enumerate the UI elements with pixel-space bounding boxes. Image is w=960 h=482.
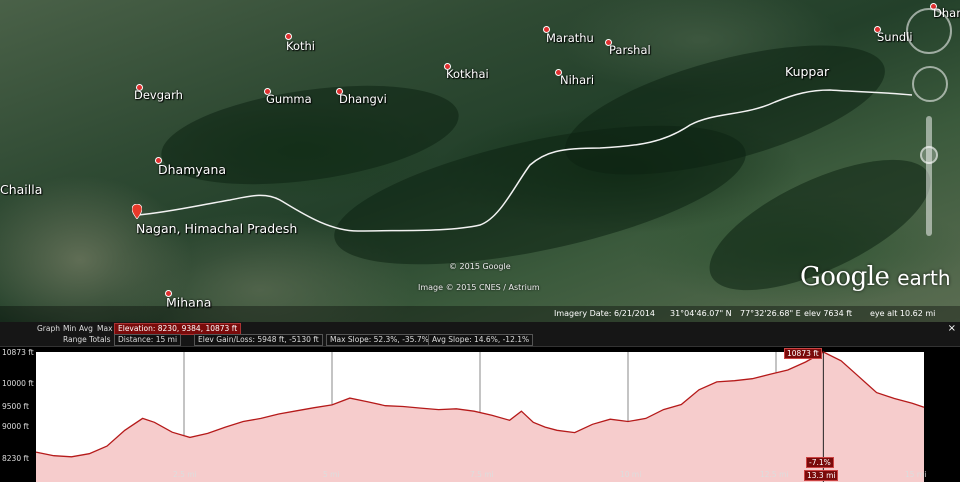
eye-altitude: eye alt 10.62 mi <box>870 309 936 318</box>
place-label-kuppar[interactable]: Kuppar <box>785 64 829 79</box>
max-slope-stat: Max Slope: 52.3%, -35.7% <box>326 334 433 346</box>
zoom-slider[interactable] <box>926 116 932 236</box>
avg-slope-stat: Avg Slope: 14.6%, -12.1% <box>428 334 534 346</box>
logo-brand: Google <box>800 262 890 292</box>
route-line <box>137 89 913 232</box>
status-bar: Imagery Date: 6/21/2014 31°04'46.07" N 7… <box>0 306 960 322</box>
logo-product: earth <box>897 266 951 290</box>
copyright-google: © 2015 Google <box>449 262 511 271</box>
place-label-dhangvi[interactable]: Dhangvi <box>339 92 387 106</box>
close-icon[interactable]: × <box>948 323 956 334</box>
place-label-kothi[interactable]: Kothi <box>286 39 315 53</box>
x-tick-label: 15 mi <box>905 470 927 479</box>
imagery-date: Imagery Date: 6/21/2014 <box>554 309 655 318</box>
min-label[interactable]: Min <box>63 324 76 333</box>
latitude: 31°04'46.07" N <box>670 309 732 318</box>
max-label[interactable]: Max <box>97 324 113 333</box>
x-tick-label: 10 mi <box>620 470 642 479</box>
longitude: 77°32'26.68" E <box>740 309 801 318</box>
elev-gain-loss-stat: Elev Gain/Loss: 5948 ft, -5130 ft <box>194 334 323 346</box>
cursor-distance-label: 13.3 mi <box>804 470 839 481</box>
elevation-profile-panel[interactable]: Graph Min Avg Max Elevation: 8230, 9384,… <box>0 322 960 482</box>
navigation-controls[interactable] <box>904 6 954 266</box>
x-tick-label: 5 mi <box>323 470 340 479</box>
profile-toolbar: Graph Min Avg Max Elevation: 8230, 9384,… <box>0 322 960 347</box>
elevation-readout: elev 7634 ft <box>804 309 853 318</box>
copyright-cnes: Image © 2015 CNES / Astrium <box>418 283 540 292</box>
distance-stat: Distance: 15 mi <box>114 334 182 346</box>
google-earth-logo: Google earth <box>800 262 951 292</box>
peak-elevation-label: 10873 ft <box>784 348 822 359</box>
compass-ring-icon[interactable] <box>906 8 952 54</box>
y-tick-label: 8230 ft <box>2 454 29 463</box>
place-label-gumma[interactable]: Gumma <box>266 92 312 106</box>
place-label-devgarh[interactable]: Devgarh <box>134 88 183 102</box>
zoom-handle-icon[interactable] <box>920 146 938 164</box>
map-view[interactable]: Kothi Devgarh Gumma Dhangvi Kotkhai Mara… <box>0 0 960 322</box>
cursor-slope-label: -7.1% <box>806 457 834 468</box>
y-tick-label: 9500 ft <box>2 402 29 411</box>
place-label-dhamyana[interactable]: Dhamyana <box>158 162 226 177</box>
place-label-kotkhai[interactable]: Kotkhai <box>446 67 489 81</box>
range-totals-label: Range Totals <box>63 335 111 344</box>
y-tick-label: 10000 ft <box>2 379 34 388</box>
y-tick-label: 10873 ft <box>2 348 34 357</box>
graph-label: Graph <box>37 324 61 333</box>
x-tick-label: 7.5 mi <box>470 470 494 479</box>
placemark-pin-icon[interactable] <box>132 204 142 219</box>
x-tick-label: 2.5 mi <box>173 470 197 479</box>
place-label-nagan[interactable]: Nagan, Himachal Pradesh <box>136 221 297 236</box>
place-label-nihari[interactable]: Nihari <box>560 73 594 87</box>
x-tick-label: 12.5 mi <box>760 470 789 479</box>
look-joystick-icon[interactable] <box>912 66 948 102</box>
y-tick-label: 9000 ft <box>2 422 29 431</box>
place-label-parshal[interactable]: Parshal <box>609 43 651 57</box>
avg-label[interactable]: Avg <box>79 324 93 333</box>
place-label-marathu[interactable]: Marathu <box>546 31 594 45</box>
place-label-chailla[interactable]: Chailla <box>0 182 42 197</box>
